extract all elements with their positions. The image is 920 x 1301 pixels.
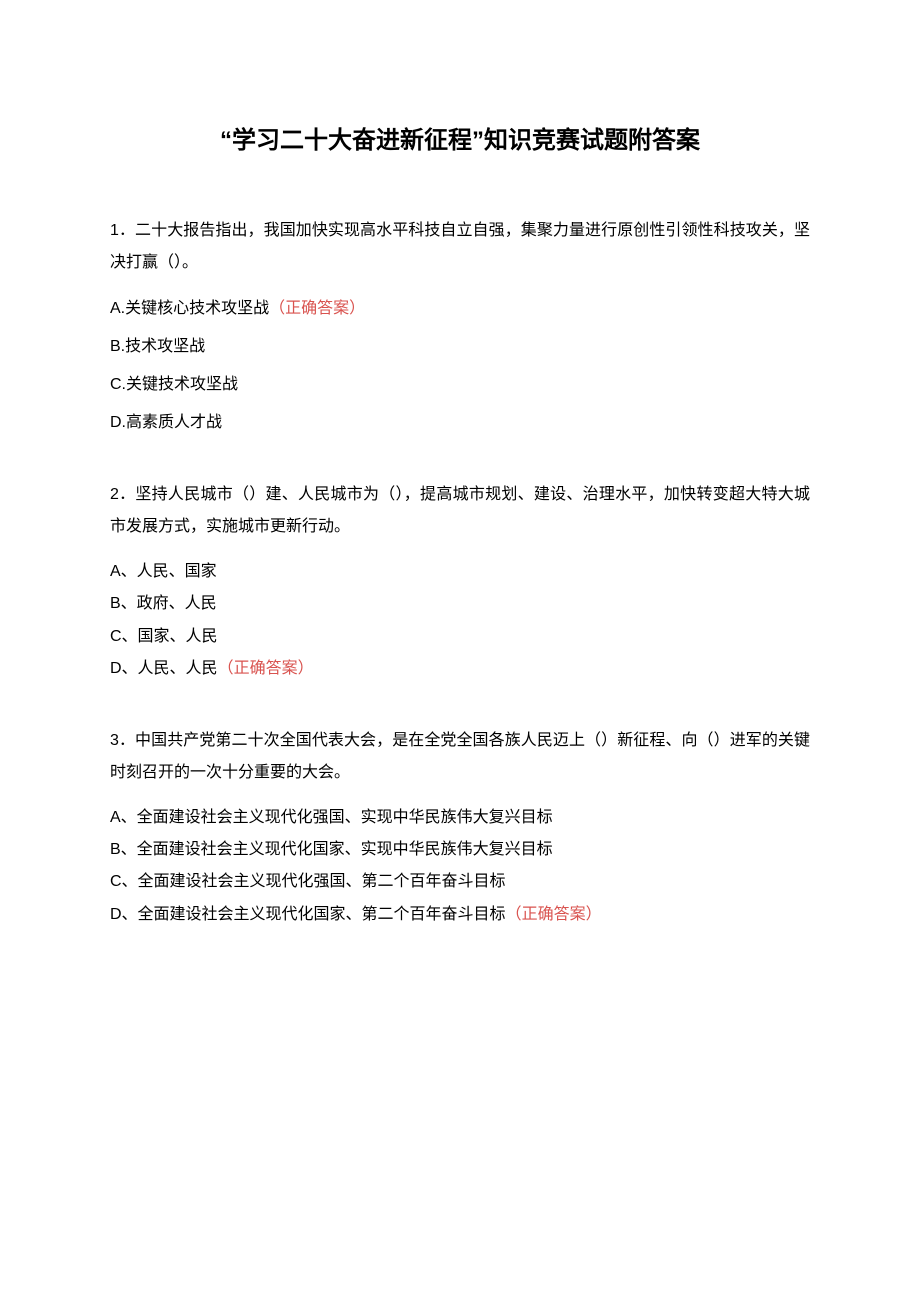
- option-label: D、全面建设社会主义现代化国家、第二个百年奋斗目标: [110, 906, 506, 923]
- question-stem: 2．坚持人民城市（）建、人民城市为（），提高城市规划、建设、治理水平，加快转变超…: [110, 479, 810, 543]
- option-label: C、全面建设社会主义现代化强国、第二个百年奋斗目标: [110, 873, 506, 890]
- question-3: 3．中国共产党第二十次全国代表大会，是在全党全国各族人民迈上（）新征程、向（）进…: [110, 725, 810, 931]
- option-c: C、全面建设社会主义现代化强国、第二个百年奋斗目标: [110, 867, 810, 897]
- page-title: “学习二十大奋进新征程”知识竞赛试题附答案: [110, 120, 810, 155]
- option-label: D、人民、人民: [110, 660, 218, 677]
- option-label: D.高素质人才战: [110, 414, 222, 431]
- question-number: 3: [110, 732, 119, 749]
- correct-answer-marker: （正确答案）: [506, 906, 602, 923]
- option-c: C.关键技术攻坚战: [110, 369, 810, 401]
- option-a: A、全面建设社会主义现代化强国、实现中华民族伟大复兴目标: [110, 803, 810, 833]
- option-label: B、政府、人民: [110, 595, 217, 612]
- option-a: A.关键核心技术攻坚战（正确答案）: [110, 293, 810, 325]
- option-label: B.技术攻坚战: [110, 338, 205, 355]
- question-text: ．中国共产党第二十次全国代表大会，是在全党全国各族人民迈上（）新征程、向（）进军…: [110, 732, 810, 781]
- question-stem: 3．中国共产党第二十次全国代表大会，是在全党全国各族人民迈上（）新征程、向（）进…: [110, 725, 810, 789]
- document-page: “学习二十大奋进新征程”知识竞赛试题附答案 1．二十大报告指出，我国加快实现高水…: [0, 0, 920, 1301]
- option-label: A、全面建设社会主义现代化强国、实现中华民族伟大复兴目标: [110, 809, 553, 826]
- question-text: ．坚持人民城市（）建、人民城市为（），提高城市规划、建设、治理水平，加快转变超大…: [110, 486, 810, 535]
- question-number: 1: [110, 222, 119, 239]
- option-a: A、人民、国家: [110, 557, 810, 587]
- option-label: C.关键技术攻坚战: [110, 376, 238, 393]
- option-d: D、全面建设社会主义现代化国家、第二个百年奋斗目标（正确答案）: [110, 900, 810, 930]
- option-b: B.技术攻坚战: [110, 331, 810, 363]
- option-label: A、人民、国家: [110, 563, 217, 580]
- question-1: 1．二十大报告指出，我国加快实现高水平科技自立自强，集聚力量进行原创性引领性科技…: [110, 215, 810, 439]
- question-text: ．二十大报告指出，我国加快实现高水平科技自立自强，集聚力量进行原创性引领性科技攻…: [110, 222, 810, 271]
- option-d: D.高素质人才战: [110, 407, 810, 439]
- question-stem: 1．二十大报告指出，我国加快实现高水平科技自立自强，集聚力量进行原创性引领性科技…: [110, 215, 810, 279]
- option-b: B、政府、人民: [110, 589, 810, 619]
- option-c: C、国家、人民: [110, 622, 810, 652]
- option-label: A.关键核心技术攻坚战: [110, 300, 269, 317]
- option-d: D、人民、人民（正确答案）: [110, 654, 810, 684]
- option-label: C、国家、人民: [110, 628, 218, 645]
- correct-answer-marker: （正确答案）: [218, 660, 314, 677]
- option-b: B、全面建设社会主义现代化国家、实现中华民族伟大复兴目标: [110, 835, 810, 865]
- question-number: 2: [110, 486, 119, 503]
- option-label: B、全面建设社会主义现代化国家、实现中华民族伟大复兴目标: [110, 841, 553, 858]
- question-2: 2．坚持人民城市（）建、人民城市为（），提高城市规划、建设、治理水平，加快转变超…: [110, 479, 810, 685]
- correct-answer-marker: （正确答案）: [269, 300, 365, 317]
